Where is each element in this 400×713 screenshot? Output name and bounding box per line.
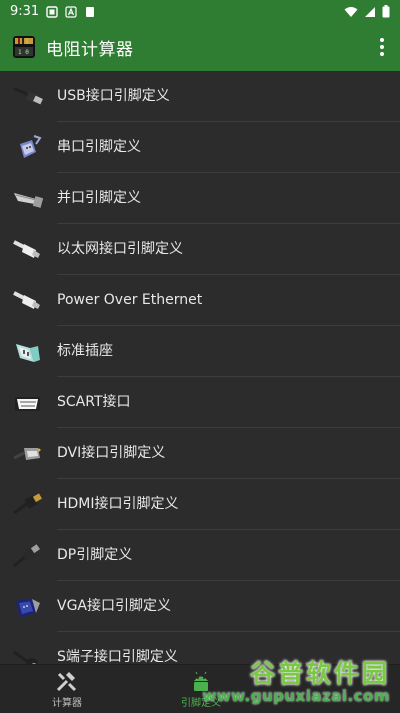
pinout-list: USB接口引脚定义 串口引脚定义 并口引脚定义 以太网接口引脚定义 (0, 71, 400, 664)
list-item-label: S端子接口引脚定义 (57, 632, 178, 664)
displayport-connector-icon (12, 542, 44, 570)
list-item-serial[interactable]: 串口引脚定义 (0, 122, 400, 172)
nav-item-calculator[interactable]: 计算器 (0, 665, 134, 713)
status-left: 9:31 (10, 4, 96, 19)
list-item-label: USB接口引脚定义 (57, 71, 170, 121)
list-item-label: SCART接口 (57, 377, 131, 427)
bottom-navigation: 计算器 引脚定义 (0, 664, 400, 713)
list-item-usb[interactable]: USB接口引脚定义 (0, 71, 400, 121)
list-item-s-video[interactable]: S端子接口引脚定义 (0, 632, 400, 664)
app-bar: 1 0 电阻计算器 (0, 23, 400, 71)
list-item-standard-socket[interactable]: 标准插座 (0, 326, 400, 376)
list-item-parallel[interactable]: 并口引脚定义 (0, 173, 400, 223)
nav-label: 计算器 (0, 694, 134, 709)
resistor-app-icon: 1 0 (12, 35, 36, 59)
list-item-label: HDMI接口引脚定义 (57, 479, 179, 529)
vga-connector-icon (12, 593, 44, 621)
list-item-dp[interactable]: DP引脚定义 (0, 530, 400, 580)
list-item-ethernet[interactable]: 以太网接口引脚定义 (0, 224, 400, 274)
list-item-label: DVI接口引脚定义 (57, 428, 165, 478)
list-item-label: VGA接口引脚定义 (57, 581, 171, 631)
list-item-label: 并口引脚定义 (57, 173, 141, 223)
dvi-connector-icon (12, 440, 44, 468)
battery-icon (382, 5, 390, 18)
poe-connector-icon (12, 287, 44, 315)
android-icon (189, 671, 213, 693)
standard-socket-icon (12, 338, 44, 366)
a-box-icon (65, 6, 77, 18)
list-item-scart[interactable]: SCART接口 (0, 377, 400, 427)
status-bar: 9:31 (0, 0, 400, 23)
tools-icon (55, 671, 79, 693)
sim-icon (84, 6, 96, 18)
ethernet-connector-icon (12, 236, 44, 264)
list-item-vga[interactable]: VGA接口引脚定义 (0, 581, 400, 631)
s-video-connector-icon (12, 644, 44, 664)
list-item-label: 标准插座 (57, 326, 113, 376)
serial-connector-icon (12, 134, 44, 162)
notification-icon (46, 6, 58, 18)
signal-icon (364, 6, 376, 18)
scart-connector-icon (12, 389, 44, 417)
hdmi-connector-icon (12, 491, 44, 519)
parallel-connector-icon (12, 185, 44, 213)
list-item-hdmi[interactable]: HDMI接口引脚定义 (0, 479, 400, 529)
nav-label: 引脚定义 (134, 694, 268, 709)
list-item-dvi[interactable]: DVI接口引脚定义 (0, 428, 400, 478)
app-title: 电阻计算器 (46, 35, 134, 60)
nav-item-pinout[interactable]: 引脚定义 (134, 665, 268, 713)
status-time: 9:31 (10, 4, 39, 19)
more-vert-icon[interactable] (376, 35, 388, 59)
usb-connector-icon (12, 83, 44, 111)
list-item-poe[interactable]: Power Over Ethernet (0, 275, 400, 325)
list-item-label: 以太网接口引脚定义 (57, 224, 183, 274)
svg-text:1 0: 1 0 (18, 49, 29, 56)
status-right (344, 5, 390, 18)
list-item-label: 串口引脚定义 (57, 122, 141, 172)
list-item-label: Power Over Ethernet (57, 275, 202, 325)
list-item-label: DP引脚定义 (57, 530, 132, 580)
wifi-icon (344, 6, 358, 18)
